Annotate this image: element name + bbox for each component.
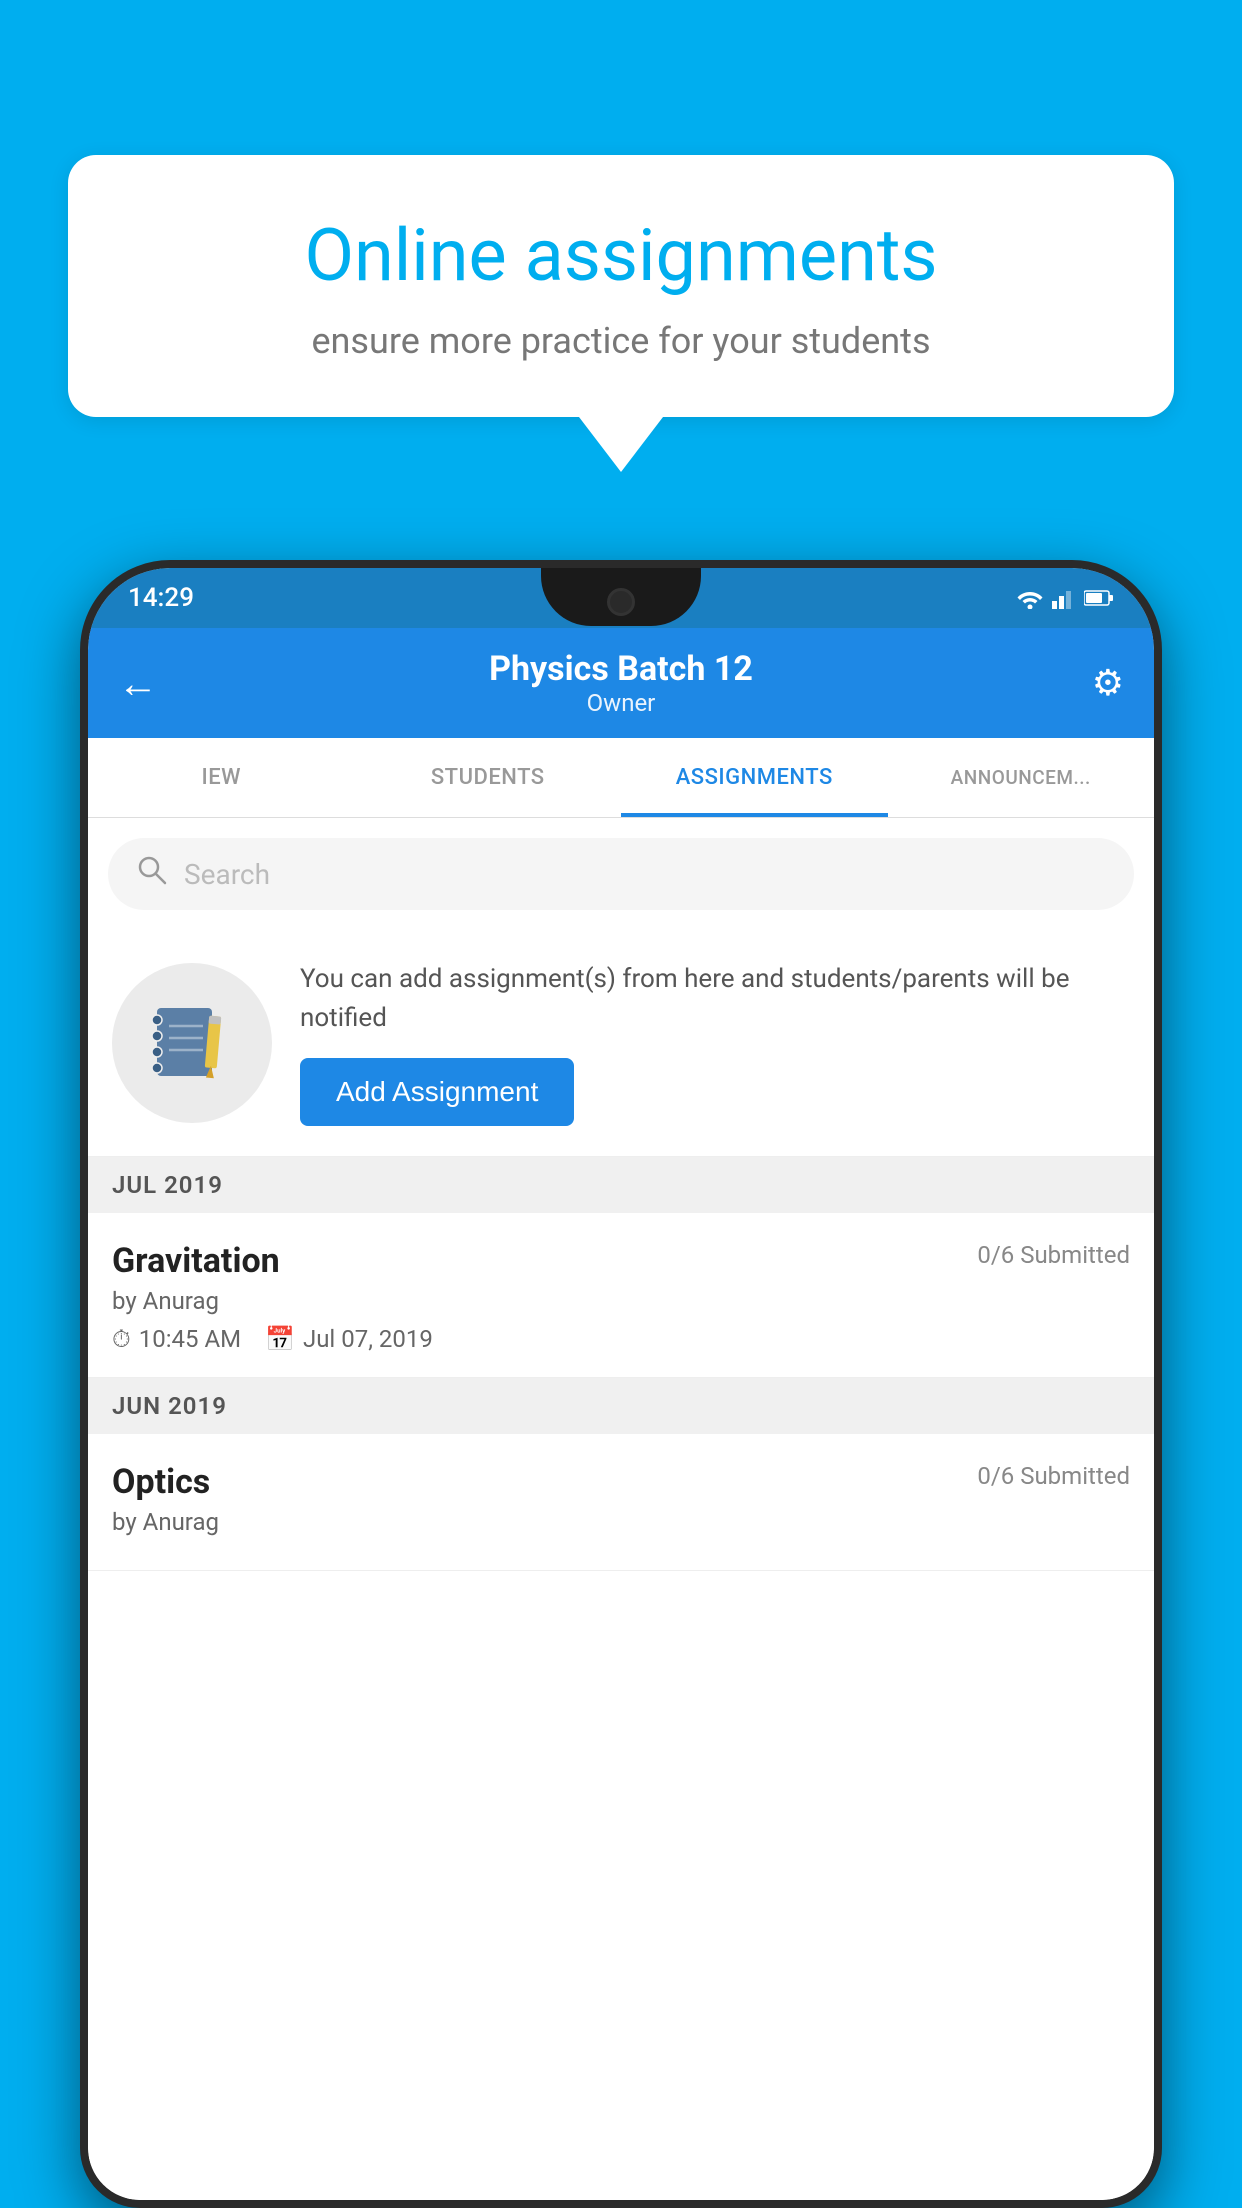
wifi-icon bbox=[1016, 587, 1044, 609]
tab-announcements[interactable]: ANNOUNCEM... bbox=[888, 738, 1155, 817]
search-icon bbox=[136, 854, 168, 894]
search-placeholder: Search bbox=[184, 858, 270, 891]
tab-iew[interactable]: IEW bbox=[88, 738, 355, 817]
assignment-item-gravitation[interactable]: Gravitation 0/6 Submitted by Anurag ⏱ 10… bbox=[88, 1213, 1154, 1378]
assignment-row1: Gravitation 0/6 Submitted bbox=[112, 1241, 1130, 1281]
meta-time-value: 10:45 AM bbox=[139, 1325, 241, 1353]
speech-bubble-tail bbox=[579, 417, 663, 472]
app-bar: ← Physics Batch 12 Owner ⚙ bbox=[88, 628, 1154, 738]
section-header-jun: JUN 2019 bbox=[88, 1378, 1154, 1434]
assignment-meta: ⏱ 10:45 AM 📅 Jul 07, 2019 bbox=[112, 1325, 1130, 1353]
calendar-icon: 📅 bbox=[265, 1325, 295, 1353]
app-bar-subtitle: Owner bbox=[178, 689, 1064, 717]
meta-time: ⏱ 10:45 AM bbox=[112, 1325, 241, 1353]
assignment-submitted: 0/6 Submitted bbox=[977, 1241, 1130, 1269]
speech-bubble-title: Online assignments bbox=[138, 215, 1104, 298]
app-bar-title: Physics Batch 12 bbox=[178, 649, 1064, 689]
notebook-icon bbox=[147, 998, 237, 1088]
signal-icon bbox=[1052, 587, 1076, 609]
promo-text: You can add assignment(s) from here and … bbox=[300, 960, 1130, 1038]
promo-content: You can add assignment(s) from here and … bbox=[300, 960, 1130, 1126]
assignment-row1-optics: Optics 0/6 Submitted bbox=[112, 1462, 1130, 1502]
phone-screen: 14:29 bbox=[88, 568, 1154, 2200]
tab-students[interactable]: STUDENTS bbox=[355, 738, 622, 817]
phone-notch bbox=[541, 568, 701, 626]
speech-bubble-subtitle: ensure more practice for your students bbox=[138, 320, 1104, 362]
status-time: 14:29 bbox=[128, 583, 194, 613]
assignment-item-optics[interactable]: Optics 0/6 Submitted by Anurag bbox=[88, 1434, 1154, 1571]
content-area: Search bbox=[88, 818, 1154, 2200]
search-bar[interactable]: Search bbox=[108, 838, 1134, 910]
back-button[interactable]: ← bbox=[118, 660, 178, 707]
section-header-jul: JUL 2019 bbox=[88, 1157, 1154, 1213]
phone-frame: 14:29 bbox=[80, 560, 1162, 2208]
front-camera bbox=[607, 588, 635, 616]
speech-bubble-wrapper: Online assignments ensure more practice … bbox=[68, 155, 1174, 472]
add-assignment-button[interactable]: Add Assignment bbox=[300, 1058, 574, 1126]
settings-button[interactable]: ⚙ bbox=[1064, 662, 1124, 704]
assignment-submitted-optics: 0/6 Submitted bbox=[977, 1462, 1130, 1490]
assignment-author-optics: by Anurag bbox=[112, 1508, 1130, 1536]
meta-date: 📅 Jul 07, 2019 bbox=[265, 1325, 433, 1353]
speech-bubble: Online assignments ensure more practice … bbox=[68, 155, 1174, 417]
assignment-promo: You can add assignment(s) from here and … bbox=[88, 930, 1154, 1157]
status-icons bbox=[1016, 587, 1114, 609]
assignment-title: Gravitation bbox=[112, 1241, 280, 1281]
tab-assignments[interactable]: ASSIGNMENTS bbox=[621, 738, 888, 817]
promo-icon-circle bbox=[112, 963, 272, 1123]
assignment-author: by Anurag bbox=[112, 1287, 1130, 1315]
meta-date-value: Jul 07, 2019 bbox=[303, 1325, 433, 1353]
clock-icon: ⏱ bbox=[112, 1325, 131, 1353]
app-bar-title-group: Physics Batch 12 Owner bbox=[178, 649, 1064, 717]
battery-icon bbox=[1084, 588, 1114, 608]
assignment-title-optics: Optics bbox=[112, 1462, 210, 1502]
tabs-bar: IEW STUDENTS ASSIGNMENTS ANNOUNCEM... bbox=[88, 738, 1154, 818]
